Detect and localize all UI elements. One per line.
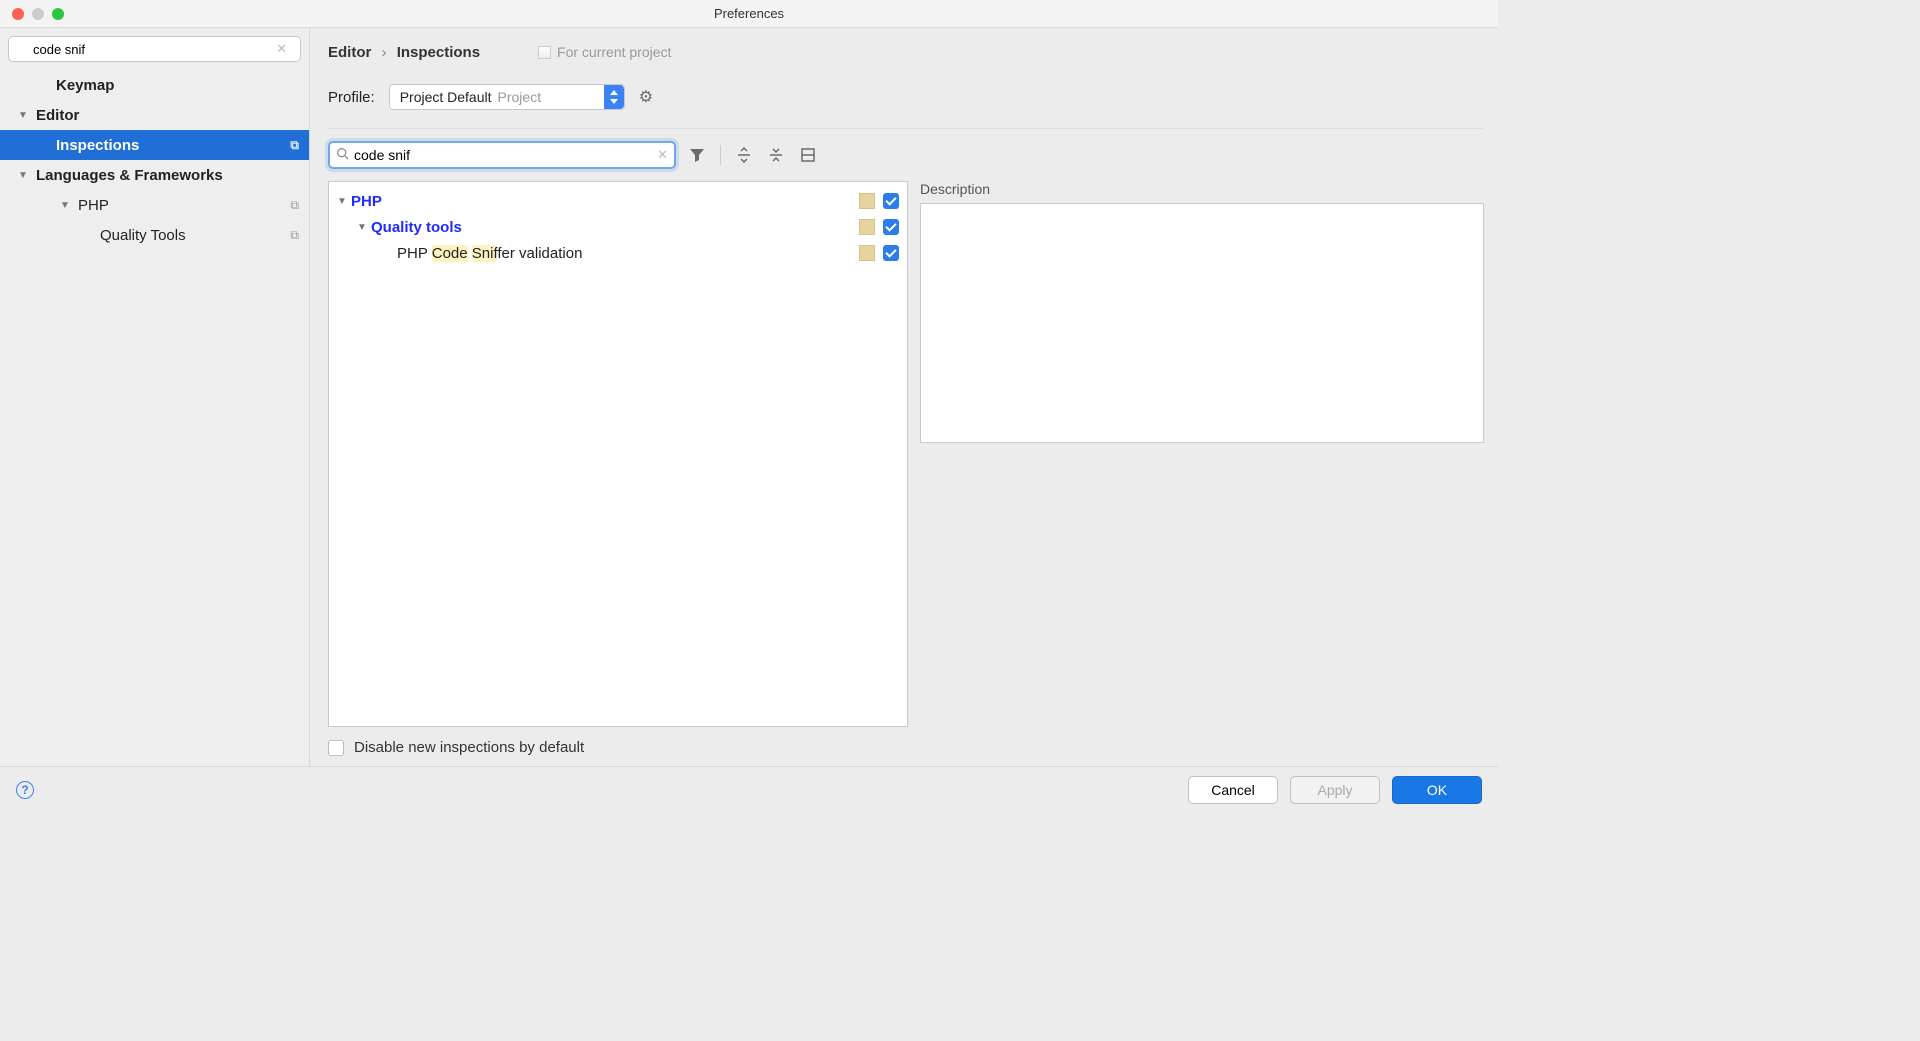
scope-label: For current project bbox=[557, 44, 671, 60]
dialog-footer: ? Cancel Apply OK bbox=[0, 766, 1498, 812]
apply-button[interactable]: Apply bbox=[1290, 776, 1380, 804]
inspection-group-php[interactable]: ▼ PHP bbox=[329, 188, 907, 214]
dropdown-arrows-icon bbox=[604, 85, 624, 109]
chevron-down-icon: ▼ bbox=[18, 170, 32, 181]
breadcrumb: Editor › Inspections bbox=[328, 44, 480, 61]
chevron-down-icon: ▼ bbox=[337, 196, 351, 207]
clear-search-icon[interactable]: ✕ bbox=[657, 147, 668, 163]
sidebar-item-php[interactable]: ▼ PHP ⧉ bbox=[0, 190, 309, 220]
sidebar-item-keymap[interactable]: Keymap bbox=[0, 70, 309, 100]
sidebar-item-label: PHP bbox=[78, 197, 109, 214]
sidebar-item-quality-tools[interactable]: Quality Tools ⧉ bbox=[0, 220, 309, 250]
project-scope-icon bbox=[538, 46, 551, 59]
traffic-lights bbox=[0, 8, 64, 20]
severity-swatch[interactable] bbox=[859, 219, 875, 235]
inspection-checkbox[interactable] bbox=[883, 245, 899, 261]
filter-icon[interactable] bbox=[686, 144, 708, 166]
sidebar-item-label: Inspections bbox=[56, 137, 139, 154]
divider bbox=[328, 128, 1484, 129]
severity-swatch[interactable] bbox=[859, 245, 875, 261]
inspection-search-input[interactable] bbox=[328, 141, 676, 169]
copy-icon: ⧉ bbox=[290, 228, 299, 243]
severity-swatch[interactable] bbox=[859, 193, 875, 209]
minimize-window-icon[interactable] bbox=[32, 8, 44, 20]
sidebar-item-label: Languages & Frameworks bbox=[36, 167, 223, 184]
reset-icon[interactable] bbox=[797, 144, 819, 166]
ok-button[interactable]: OK bbox=[1392, 776, 1482, 804]
help-icon[interactable]: ? bbox=[16, 781, 34, 799]
sidebar-item-languages-frameworks[interactable]: ▼ Languages & Frameworks bbox=[0, 160, 309, 190]
profile-dropdown[interactable]: Project Default Project bbox=[389, 84, 625, 110]
profile-selected-name: Project Default bbox=[400, 89, 492, 105]
expand-all-icon[interactable] bbox=[733, 144, 755, 166]
profile-selected-scope: Project bbox=[498, 89, 542, 105]
inspection-group-quality-tools[interactable]: ▼ Quality tools bbox=[329, 214, 907, 240]
inspections-tree[interactable]: ▼ PHP ▼ Quality tools PHP Co bbox=[328, 181, 908, 727]
sidebar-item-label: Keymap bbox=[56, 77, 114, 94]
chevron-down-icon: ▼ bbox=[357, 222, 371, 233]
chevron-down-icon: ▼ bbox=[18, 110, 32, 121]
sidebar-item-label: Quality Tools bbox=[100, 227, 186, 244]
inspection-item-php-code-sniffer[interactable]: PHP Code Sniffer validation bbox=[329, 240, 907, 266]
breadcrumb-separator: › bbox=[376, 44, 393, 61]
disable-new-inspections-label: Disable new inspections by default bbox=[354, 739, 584, 756]
copy-icon: ⧉ bbox=[290, 198, 299, 213]
sidebar-item-inspections[interactable]: Inspections ⧉ bbox=[0, 130, 309, 160]
gear-icon[interactable]: ⚙ bbox=[639, 87, 653, 107]
description-panel bbox=[920, 203, 1484, 443]
separator bbox=[720, 145, 721, 165]
sidebar-item-label: Editor bbox=[36, 107, 79, 124]
collapse-all-icon[interactable] bbox=[765, 144, 787, 166]
window-title: Preferences bbox=[714, 6, 784, 21]
inspection-checkbox[interactable] bbox=[883, 219, 899, 235]
inspection-group-label: Quality tools bbox=[371, 219, 462, 236]
inspection-item-label: PHP Code Sniffer validation bbox=[397, 245, 582, 262]
maximize-window-icon[interactable] bbox=[52, 8, 64, 20]
search-icon bbox=[336, 147, 349, 163]
close-window-icon[interactable] bbox=[12, 8, 24, 20]
titlebar: Preferences bbox=[0, 0, 1498, 28]
clear-search-icon[interactable]: ✕ bbox=[276, 41, 287, 57]
breadcrumb-parent[interactable]: Editor bbox=[328, 44, 371, 61]
cancel-button[interactable]: Cancel bbox=[1188, 776, 1278, 804]
breadcrumb-current: Inspections bbox=[397, 44, 480, 61]
inspection-group-label: PHP bbox=[351, 193, 382, 210]
sidebar: ✕ Keymap ▼ Editor Inspections ⧉ ▼ Language… bbox=[0, 28, 310, 766]
sidebar-tree: Keymap ▼ Editor Inspections ⧉ ▼ Languages … bbox=[0, 70, 309, 766]
scope-indicator: For current project bbox=[538, 44, 671, 60]
main-panel: Editor › Inspections For current project… bbox=[310, 28, 1498, 766]
sidebar-item-editor[interactable]: ▼ Editor bbox=[0, 100, 309, 130]
chevron-down-icon: ▼ bbox=[60, 200, 74, 211]
disable-new-inspections-checkbox[interactable] bbox=[328, 740, 344, 756]
description-title: Description bbox=[920, 181, 1484, 197]
copy-icon: ⧉ bbox=[290, 138, 299, 153]
sidebar-search-input[interactable] bbox=[8, 36, 301, 62]
inspection-checkbox[interactable] bbox=[883, 193, 899, 209]
profile-label: Profile: bbox=[328, 89, 375, 106]
